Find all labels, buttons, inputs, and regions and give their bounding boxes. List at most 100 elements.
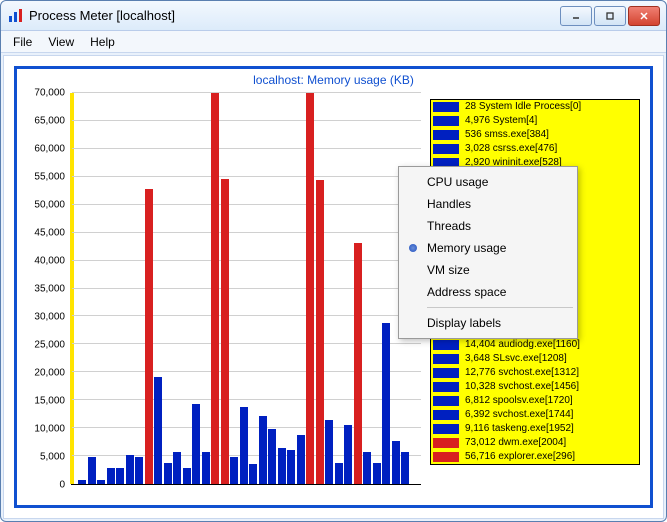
legend-row[interactable]: 3,028 csrss.exe[476] xyxy=(431,142,639,156)
legend-row[interactable]: 73,012 dwm.exe[2004] xyxy=(431,436,639,450)
legend-swatch xyxy=(433,396,459,406)
legend-row[interactable]: 536 smss.exe[384] xyxy=(431,128,639,142)
y-tick: 20,000 xyxy=(17,368,65,379)
chart-bar[interactable] xyxy=(316,180,324,484)
grid-line xyxy=(72,371,421,372)
y-tick: 45,000 xyxy=(17,228,65,239)
legend-row[interactable]: 56,716 explorer.exe[296] xyxy=(431,450,639,464)
legend-row[interactable]: 9,116 taskeng.exe[1952] xyxy=(431,422,639,436)
legend-label: 10,328 svchost.exe[1456] xyxy=(465,380,579,394)
y-tick: 60,000 xyxy=(17,144,65,155)
chart-bar[interactable] xyxy=(202,452,210,484)
chart-bar[interactable] xyxy=(78,480,86,484)
y-tick: 25,000 xyxy=(17,340,65,351)
legend-swatch xyxy=(433,130,459,140)
menubar: File View Help xyxy=(1,31,666,53)
grid-line xyxy=(72,204,421,205)
close-button[interactable] xyxy=(628,6,660,26)
legend-row[interactable]: 28 System Idle Process[0] xyxy=(431,100,639,114)
chart-bar[interactable] xyxy=(392,441,400,484)
app-window: Process Meter [localhost] File View Help… xyxy=(0,0,667,522)
legend-row[interactable]: 6,812 spoolsv.exe[1720] xyxy=(431,394,639,408)
chart-title: localhost: Memory usage (KB) xyxy=(17,69,650,91)
app-icon xyxy=(7,8,23,24)
chart-bar[interactable] xyxy=(192,404,200,484)
legend-label: 73,012 dwm.exe[2004] xyxy=(465,436,566,450)
titlebar[interactable]: Process Meter [localhost] xyxy=(1,1,666,31)
y-tick: 10,000 xyxy=(17,424,65,435)
window-title: Process Meter [localhost] xyxy=(29,8,560,23)
chart-bar[interactable] xyxy=(154,377,162,484)
chart-bar[interactable] xyxy=(344,425,352,484)
chart-bar[interactable] xyxy=(335,463,343,484)
legend-label: 9,116 taskeng.exe[1952] xyxy=(465,422,574,436)
y-tick: 55,000 xyxy=(17,172,65,183)
chart-bar[interactable] xyxy=(88,457,96,484)
chart-bar[interactable] xyxy=(240,407,248,484)
legend-row[interactable]: 10,328 svchost.exe[1456] xyxy=(431,380,639,394)
chart-bar[interactable] xyxy=(97,480,105,484)
legend-row[interactable]: 12,776 svchost.exe[1312] xyxy=(431,366,639,380)
legend-swatch xyxy=(433,144,459,154)
context-menu-item[interactable]: Handles xyxy=(401,193,575,215)
chart-bar[interactable] xyxy=(221,179,229,484)
legend-row[interactable]: 14,404 audiodg.exe[1160] xyxy=(431,338,639,352)
chart-bar[interactable] xyxy=(401,452,409,484)
chart-bar[interactable] xyxy=(164,463,172,484)
y-tick: 5,000 xyxy=(17,452,65,463)
chart-bar[interactable] xyxy=(107,468,115,484)
legend-row[interactable]: 6,392 svchost.exe[1744] xyxy=(431,408,639,422)
legend-swatch xyxy=(433,424,459,434)
legend-row[interactable]: 4,976 System[4] xyxy=(431,114,639,128)
context-menu-item[interactable]: Display labels xyxy=(401,312,575,334)
context-menu-item[interactable]: Memory usage xyxy=(401,237,575,259)
maximize-button[interactable] xyxy=(594,6,626,26)
chart-bar[interactable] xyxy=(211,93,219,484)
grid-line xyxy=(72,232,421,233)
legend-swatch xyxy=(433,410,459,420)
chart-bar[interactable] xyxy=(306,93,314,484)
chart-bar[interactable] xyxy=(183,468,191,484)
chart-bar[interactable] xyxy=(126,455,134,484)
chart-bar[interactable] xyxy=(230,457,238,484)
chart-bar[interactable] xyxy=(249,464,257,484)
legend-swatch xyxy=(433,452,459,462)
legend-label: 3,028 csrss.exe[476] xyxy=(465,142,557,156)
menu-view[interactable]: View xyxy=(40,33,82,51)
context-menu-item[interactable]: Threads xyxy=(401,215,575,237)
chart-bar[interactable] xyxy=(145,189,153,484)
chart-bar[interactable] xyxy=(278,448,286,484)
y-axis: 05,00010,00015,00020,00025,00030,00035,0… xyxy=(17,93,69,485)
legend-row[interactable]: 3,648 SLsvc.exe[1208] xyxy=(431,352,639,366)
legend-label: 6,392 svchost.exe[1744] xyxy=(465,408,573,422)
chart-bar[interactable] xyxy=(135,457,143,484)
legend-swatch xyxy=(433,354,459,364)
legend-swatch xyxy=(433,102,459,112)
context-menu-item[interactable]: VM size xyxy=(401,259,575,281)
chart-bar[interactable] xyxy=(173,452,181,484)
y-tick: 70,000 xyxy=(17,88,65,99)
chart-bar[interactable] xyxy=(259,416,267,484)
chart-bar[interactable] xyxy=(325,420,333,484)
menu-help[interactable]: Help xyxy=(82,33,123,51)
grid-line xyxy=(72,148,421,149)
context-menu-item[interactable]: Address space xyxy=(401,281,575,303)
legend-label: 3,648 SLsvc.exe[1208] xyxy=(465,352,567,366)
chart-bar[interactable] xyxy=(297,435,305,484)
chart-bar[interactable] xyxy=(268,429,276,484)
context-menu-item[interactable]: CPU usage xyxy=(401,171,575,193)
menu-file[interactable]: File xyxy=(5,33,40,51)
grid-line xyxy=(72,343,421,344)
chart-bar[interactable] xyxy=(354,243,362,484)
chart-bar[interactable] xyxy=(373,463,381,484)
chart-bar[interactable] xyxy=(363,452,371,484)
minimize-button[interactable] xyxy=(560,6,592,26)
chart-bar[interactable] xyxy=(382,323,390,484)
y-tick: 40,000 xyxy=(17,256,65,267)
legend-label: 14,404 audiodg.exe[1160] xyxy=(465,338,580,352)
chart-bar[interactable] xyxy=(287,450,295,484)
chart-bar[interactable] xyxy=(116,468,124,484)
chart-left-marker xyxy=(70,93,74,484)
chart-area[interactable] xyxy=(71,93,421,485)
menu-separator xyxy=(427,307,573,308)
